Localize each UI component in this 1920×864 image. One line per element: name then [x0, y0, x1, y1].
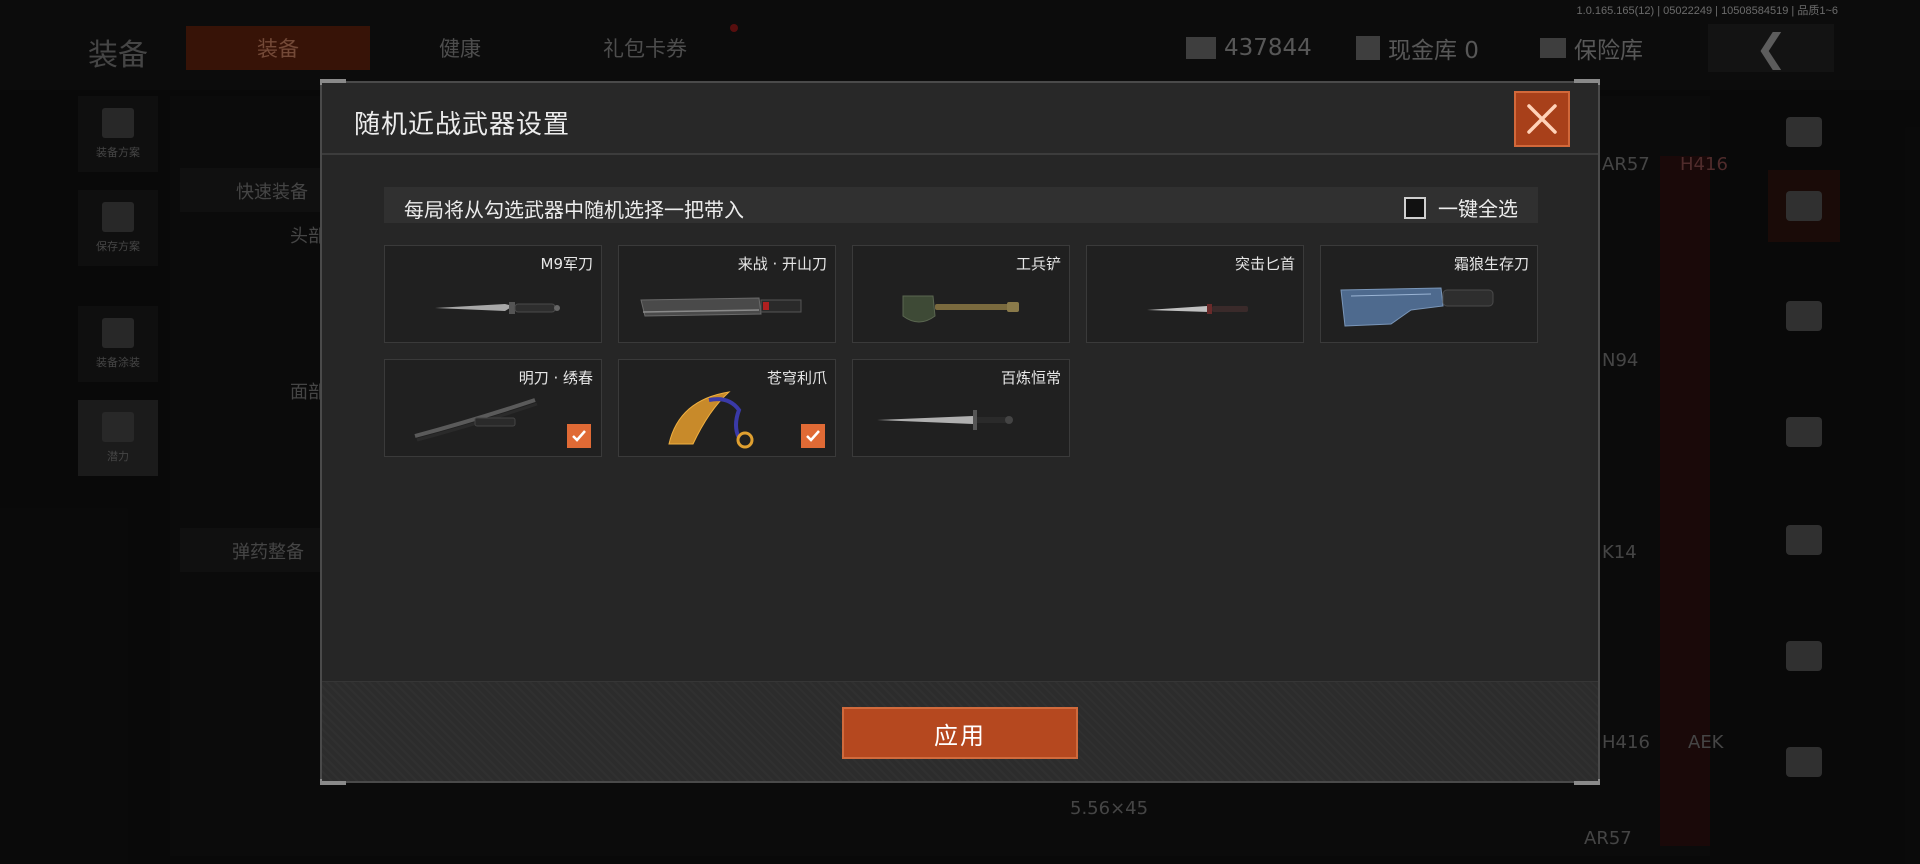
stack-icon — [1786, 117, 1822, 147]
nav-save-loadout[interactable]: 保存方案 — [78, 190, 158, 266]
layers-tool[interactable] — [1768, 170, 1840, 242]
nav-loadout[interactable]: 装备方案 — [78, 96, 158, 172]
sword-icon — [863, 390, 1061, 450]
close-icon — [1527, 104, 1557, 134]
weapon-card-m9[interactable]: M9军刀 — [384, 245, 602, 343]
notification-dot — [730, 24, 738, 32]
checkmark-icon — [806, 430, 820, 442]
tab-gift-vouchers[interactable]: 礼包卡券 — [560, 26, 730, 70]
cash-vault-label: 现金库 0 — [1388, 38, 1479, 64]
nav-skins-label: 装备涂装 — [96, 356, 140, 369]
select-all-label: 一键全选 — [1438, 197, 1518, 221]
nav-potential[interactable]: 潜力 — [78, 400, 158, 476]
ammo-label: 5.56×45 — [1070, 798, 1149, 819]
nav-skins[interactable]: 装备涂装 — [78, 306, 158, 382]
dialog-title: 随机近战武器设置 — [354, 110, 571, 140]
back-arrow-icon: ❮ — [1755, 26, 1787, 70]
dialog-footer: 应用 — [322, 681, 1598, 781]
page-title: 装备 — [88, 38, 148, 73]
weapon-name: 来战 · 开山刀 — [737, 255, 827, 273]
safe-box-button[interactable]: 保险库 — [1540, 30, 1643, 66]
weapon-card-bailian[interactable]: 百炼恒常 — [852, 359, 1070, 457]
nav-loadout-label: 装备方案 — [96, 146, 140, 159]
weapon-card-dagger[interactable]: 突击匕首 — [1086, 245, 1304, 343]
saber-icon — [395, 390, 593, 450]
helmet-filter[interactable] — [1768, 280, 1840, 352]
safe-box-label: 保险库 — [1574, 38, 1643, 64]
weapon-name: 明刀 · 绣春 — [518, 369, 593, 387]
vault-icon — [1356, 36, 1380, 60]
weapon-checkbox-checked[interactable] — [801, 424, 825, 448]
weapon-name: 苍穹利爪 — [766, 369, 827, 387]
ammo-prep-label: 弹药整备 — [232, 542, 304, 563]
grenade-icon — [1786, 641, 1822, 671]
weapon-name: M9军刀 — [540, 255, 594, 273]
survival-knife-icon — [1331, 276, 1529, 336]
rifle-filter[interactable] — [1768, 396, 1840, 468]
close-button[interactable] — [1514, 91, 1570, 147]
instruction-text: 每局将从勾选武器中随机选择一把带入 — [404, 198, 744, 222]
random-melee-dialog: 随机近战武器设置 每局将从勾选武器中随机选择一把带入 一键全选 M9军刀 来战 … — [320, 79, 1600, 785]
weapon-label: K14 — [1602, 542, 1637, 563]
weapon-name: 突击匕首 — [1234, 255, 1295, 273]
weapon-card-xiuchun[interactable]: 明刀 · 绣春 — [384, 359, 602, 457]
quick-equip-label: 快速装备 — [236, 182, 308, 203]
helmet-filter-icon — [1786, 301, 1822, 331]
rifle-icon — [1786, 417, 1822, 447]
vest-icon — [102, 108, 134, 138]
machete-icon — [629, 276, 827, 336]
potential-icon — [102, 412, 134, 442]
weapon-card-shovel[interactable]: 工兵铲 — [852, 245, 1070, 343]
grenade-filter[interactable] — [1768, 620, 1840, 692]
apply-button[interactable]: 应用 — [842, 707, 1078, 759]
weapon-checkbox-checked[interactable] — [567, 424, 591, 448]
weapon-card-frostwolf[interactable]: 霜狼生存刀 — [1320, 245, 1538, 343]
stack-tool[interactable] — [1768, 96, 1840, 168]
nav-potential-label: 潜力 — [107, 450, 129, 463]
select-all-toggle[interactable]: 一键全选 — [1404, 193, 1518, 222]
weapon-label: H416 — [1602, 732, 1650, 753]
tab-equipment[interactable]: 装备 — [186, 26, 370, 70]
shovel-icon — [863, 276, 1061, 336]
dialog-header: 随机近战武器设置 — [322, 83, 1598, 155]
currency-display: 437844 — [1186, 30, 1312, 66]
bayonet-icon — [395, 276, 593, 336]
version-info: 1.0.165.165(12) | 05022249 | 10508584519… — [1576, 5, 1838, 17]
checkmark-icon — [572, 430, 586, 442]
weapon-label: H416 — [1680, 154, 1728, 175]
knife-filter[interactable] — [1768, 504, 1840, 576]
karambit-icon — [629, 390, 827, 450]
misc-filter[interactable] — [1768, 726, 1840, 798]
knife-filter-icon — [1786, 525, 1822, 555]
weapon-label: AEK — [1688, 732, 1724, 753]
weapon-card-claw[interactable]: 苍穹利爪 — [618, 359, 836, 457]
layers-icon — [1786, 191, 1822, 221]
safe-icon — [1540, 38, 1566, 58]
weapon-label: N94 — [1602, 350, 1639, 371]
left-nav: 装备方案 保存方案 装备涂装 潜力 — [78, 96, 158, 494]
weapon-name: 工兵铲 — [1015, 255, 1061, 273]
weapon-name: 百炼恒常 — [1000, 369, 1061, 387]
tab-health[interactable]: 健康 — [390, 26, 530, 70]
cash-vault-button[interactable]: 现金库 0 — [1356, 30, 1479, 66]
weapon-label: AR57 — [1602, 154, 1650, 175]
weapon-label: AR57 — [1584, 828, 1632, 849]
currency-icon — [1186, 37, 1216, 59]
weapon-card-machete[interactable]: 来战 · 开山刀 — [618, 245, 836, 343]
weapon-name: 霜狼生存刀 — [1453, 255, 1529, 273]
select-all-checkbox[interactable] — [1404, 196, 1426, 219]
helmet-icon — [102, 318, 134, 348]
dagger-icon — [1097, 276, 1295, 336]
instruction-bar: 每局将从勾选武器中随机选择一把带入 一键全选 — [384, 187, 1538, 223]
currency-amount: 437844 — [1224, 35, 1312, 61]
download-icon — [102, 202, 134, 232]
back-button[interactable]: ❮ — [1708, 24, 1834, 72]
misc-icon — [1786, 747, 1822, 777]
nav-save-label: 保存方案 — [96, 240, 140, 253]
